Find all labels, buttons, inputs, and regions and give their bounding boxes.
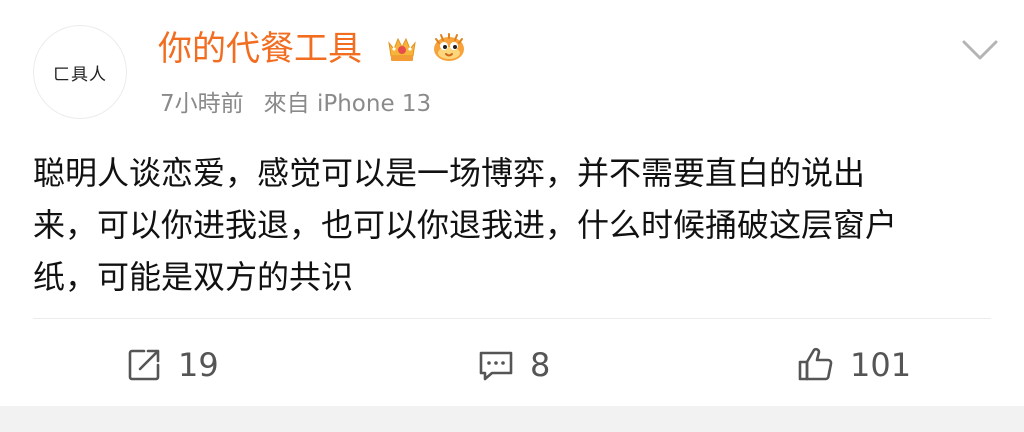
comment-count: 8 [530, 346, 551, 384]
post-meta: 7小時前 來自 iPhone 13 [160, 84, 431, 118]
action-bar: 19 8 101 [0, 335, 1024, 395]
username[interactable]: 你的代餐工具 [158, 27, 362, 71]
crown-badge-icon[interactable] [385, 31, 419, 65]
pufferfish-badge-icon[interactable] [429, 31, 469, 65]
thumbs-up-icon [796, 345, 836, 385]
repost-count: 19 [178, 346, 219, 384]
avatar[interactable]: ㄈ具人 [33, 25, 127, 119]
more-options-chevron-icon[interactable] [960, 36, 1000, 66]
post-time: 7小時前 [160, 91, 244, 117]
repost-button[interactable]: 19 [124, 335, 219, 395]
share-icon [124, 345, 164, 385]
divider [33, 318, 991, 319]
post-content[interactable]: 聪明人谈恋爱，感觉可以是一场博弈，并不需要直白的说出 来，可以你进我退，也可以你… [33, 147, 953, 303]
post-source: 來自 iPhone 13 [263, 91, 432, 117]
feed-separator [0, 406, 1024, 432]
like-button[interactable]: 101 [796, 335, 911, 395]
user-badges [385, 28, 469, 68]
comment-icon [476, 345, 516, 385]
comment-button[interactable]: 8 [476, 335, 550, 395]
avatar-text: ㄈ具人 [53, 64, 107, 85]
weibo-post-card: ㄈ具人 你的代餐工具 7小時前 來自 iPhone 13 聪明人谈恋爱，感觉可以… [0, 0, 1024, 406]
like-count: 101 [850, 346, 912, 384]
